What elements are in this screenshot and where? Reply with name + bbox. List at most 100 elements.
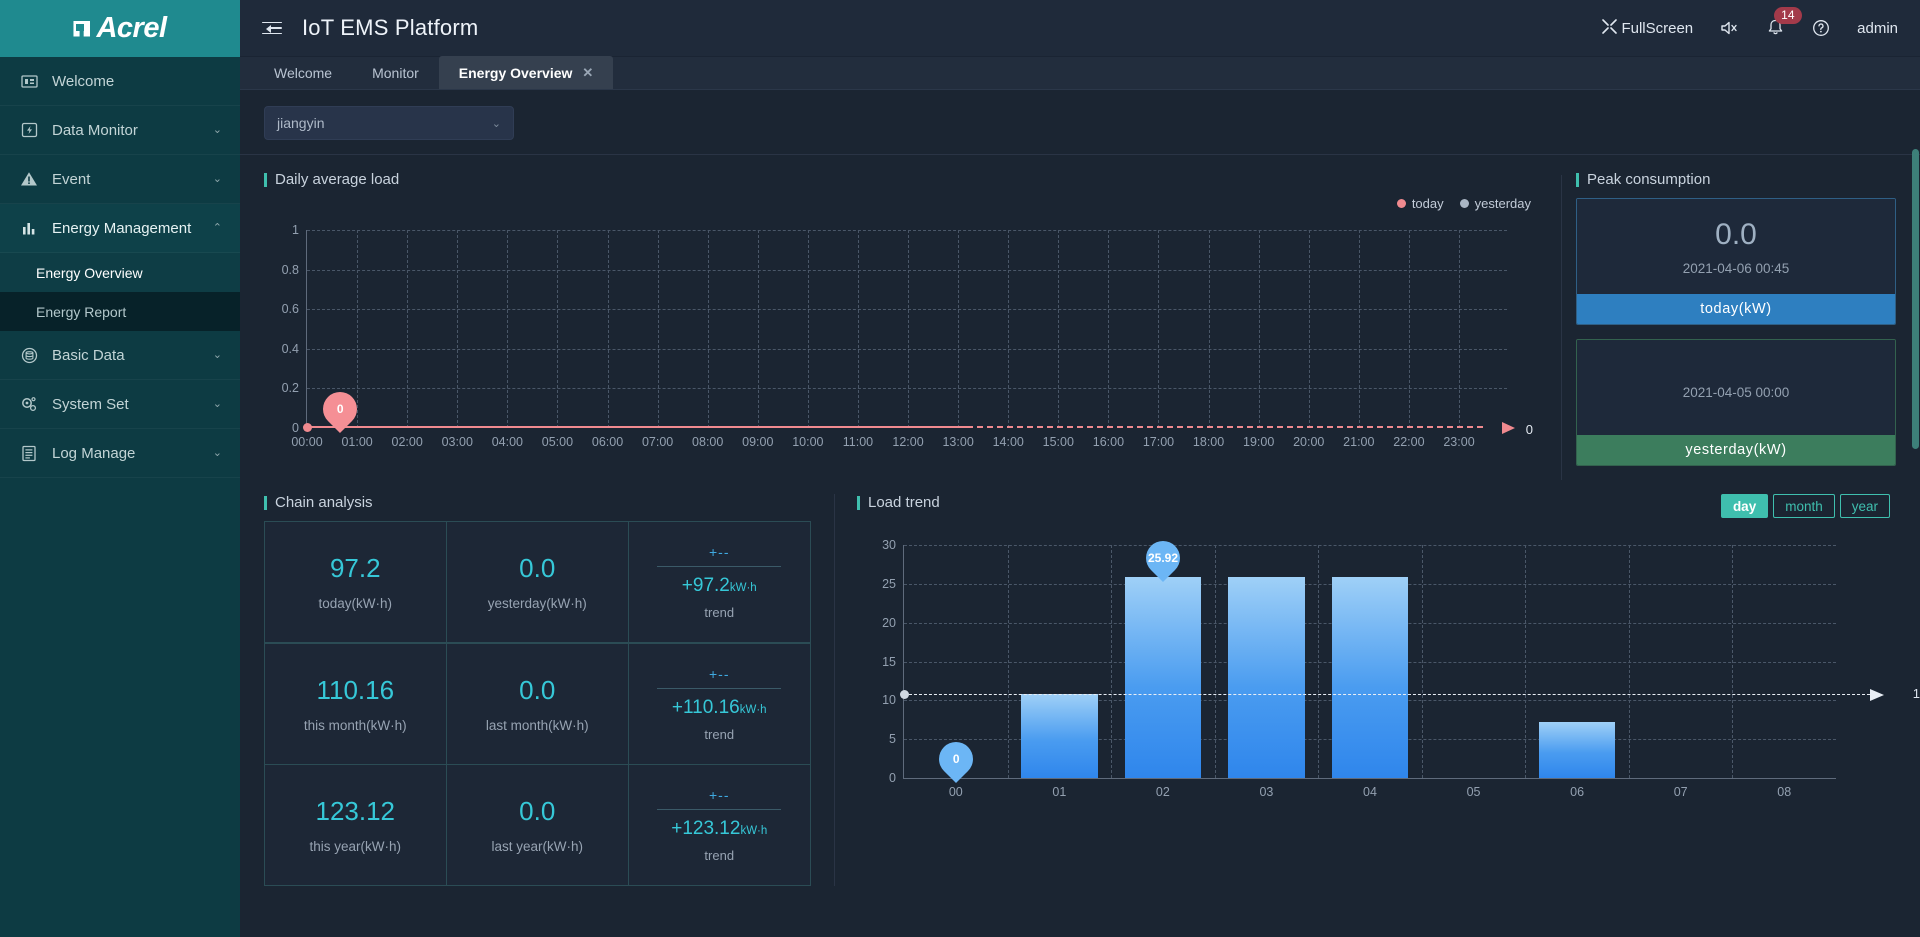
x-axis-tick: 02 [1155, 785, 1170, 799]
collapse-sidebar-icon[interactable] [262, 17, 284, 39]
legend-item-yesterday[interactable]: yesterday [1459, 196, 1531, 211]
sidebar-item-system-set[interactable]: System Set ⌄ [0, 380, 240, 429]
average-start-dot [899, 690, 909, 700]
range-day-button[interactable]: day [1720, 494, 1769, 518]
chain-value: 0.0 [519, 553, 556, 583]
x-axis-tick: 20:00 [1293, 435, 1325, 449]
close-icon[interactable]: ✕ [582, 65, 593, 81]
peak-today-date: 2021-04-06 00:45 [1682, 260, 1790, 276]
load-trend-chart: 05101520253000010203040506070810.8025.92 [857, 521, 1920, 811]
bar[interactable] [1124, 576, 1202, 778]
trend-delta: +97.2kW·h [681, 575, 757, 596]
site-select[interactable]: jiangyin ⌄ [264, 106, 514, 140]
fullscreen-icon [1602, 19, 1618, 37]
page-title: IoT EMS Platform [302, 15, 479, 40]
gridline-v [457, 230, 459, 428]
bar[interactable] [1538, 722, 1616, 778]
bar[interactable] [1331, 576, 1409, 778]
tab-energy-overview[interactable]: Energy Overview ✕ [438, 56, 614, 89]
trend-divider [657, 687, 782, 689]
gridline-v [407, 230, 409, 428]
x-axis-tick: 09:00 [742, 435, 774, 449]
gridline-v [657, 230, 659, 428]
pin-value: 0 [336, 402, 343, 416]
gridline-h [307, 348, 1507, 350]
gridline-v [1007, 545, 1009, 778]
peak-yesterday-box[interactable]: 2021-04-05 00:00 yesterday(kW) [1576, 339, 1896, 466]
axis-end-value: 0 [1525, 422, 1533, 437]
user-menu[interactable]: admin [1857, 20, 1898, 37]
sidebar-item-basic-data[interactable]: Basic Data ⌄ [0, 331, 240, 380]
range-year-button[interactable]: year [1839, 494, 1890, 518]
notifications-button[interactable]: 14 [1765, 7, 1802, 38]
peak-today-box[interactable]: 0.0 2021-04-06 00:45 today(kW) [1576, 198, 1896, 325]
sidebar-item-energy-report[interactable]: Energy Report [0, 292, 240, 331]
sidebar-item-energy-overview[interactable]: Energy Overview [0, 253, 240, 292]
legend-item-today[interactable]: today [1396, 196, 1444, 211]
chain-value: 123.12 [315, 796, 396, 826]
site-select-value: jiangyin [277, 115, 325, 131]
help-button[interactable] [1811, 18, 1831, 38]
y-axis-tick: 0 [889, 771, 896, 785]
database-icon [18, 346, 40, 364]
gridline-v [958, 230, 960, 428]
x-axis-tick: 07:00 [641, 435, 674, 449]
gridline-v [1358, 230, 1360, 428]
sidebar-item-energy-management[interactable]: Energy Management ⌃ [0, 204, 240, 253]
daily-load-title: Daily average load [264, 171, 1541, 188]
chain-trend-cell: +-- +97.2kW·h trend [628, 521, 811, 643]
scrollbar-thumb[interactable] [1912, 149, 1919, 449]
gridline-v [757, 230, 759, 428]
chain-trend-cell: +-- +110.16kW·h trend [628, 642, 811, 765]
pin-value: 0 [952, 752, 960, 766]
y-axis-tick: 0.6 [281, 302, 299, 317]
range-toggle-group: day month year [1720, 494, 1890, 518]
brand-logo[interactable]: Acrel [0, 0, 240, 57]
sidebar-label: Basic Data [52, 346, 125, 364]
chain-title: Chain analysis [264, 494, 810, 511]
mute-button[interactable] [1719, 18, 1739, 38]
gridline-h [307, 388, 1507, 390]
gridline-v [857, 230, 859, 428]
gridline-v [1421, 545, 1423, 778]
sidebar-item-event[interactable]: Event ⌄ [0, 155, 240, 204]
chevron-up-icon: ⌃ [212, 221, 222, 234]
tab-label: Welcome [274, 64, 333, 81]
gridline-v [1732, 545, 1734, 778]
x-axis-tick: 12:00 [892, 435, 924, 449]
x-axis-tick: 19:00 [1243, 435, 1275, 449]
fullscreen-button[interactable]: FullScreen [1602, 19, 1693, 37]
peak-yesterday-body: 2021-04-05 00:00 [1577, 340, 1895, 435]
chain-analysis-card: Chain analysis 97.2 today(kW·h) 0.0 yesterd… [264, 494, 834, 886]
range-month-button[interactable]: month [1773, 494, 1835, 518]
y-axis-tick: 0.8 [281, 262, 299, 277]
main-area: IoT EMS Platform FullScreen 14 admin Wel… [240, 0, 1920, 937]
daily-load-plot: 0 0.2 0.4 0.6 0.8 1 00:00 01:00 02:00 03:00 04:00 0… [282, 223, 1533, 449]
x-axis-tick: 21:00 [1343, 435, 1375, 449]
sidebar-item-data-monitor[interactable]: Data Monitor ⌄ [0, 106, 240, 155]
series-today-line [307, 426, 967, 428]
gridline-v [1111, 545, 1113, 778]
chain-current-cell: 110.16 this month(kW·h) [264, 642, 447, 765]
sidebar-label: Data Monitor [52, 121, 138, 139]
sidebar-item-log-manage[interactable]: Log Manage ⌄ [0, 429, 240, 478]
gridline-v [1628, 545, 1630, 778]
tab-monitor[interactable]: Monitor [352, 56, 439, 89]
gridline-h [307, 230, 1507, 231]
tab-label: Monitor [372, 64, 419, 81]
sidebar-item-welcome[interactable]: Welcome [0, 57, 240, 106]
topbar: IoT EMS Platform FullScreen 14 admin [240, 0, 1920, 57]
welcome-icon [18, 72, 40, 90]
trend-label: trend [704, 726, 735, 742]
sidebar-label: Log Manage [52, 444, 136, 462]
chevron-down-icon: ⌄ [212, 172, 222, 185]
bar[interactable] [1021, 694, 1098, 778]
pin-value: 25.92 [1147, 550, 1178, 565]
bar[interactable] [1228, 576, 1305, 778]
page-scrollbar[interactable] [1911, 147, 1920, 937]
x-axis-tick: 04:00 [491, 435, 523, 449]
tab-welcome[interactable]: Welcome [254, 56, 352, 89]
x-axis-tick: 06:00 [591, 435, 624, 449]
chevron-down-icon: ⌄ [491, 117, 501, 130]
trend-percent: +-- [709, 544, 730, 560]
